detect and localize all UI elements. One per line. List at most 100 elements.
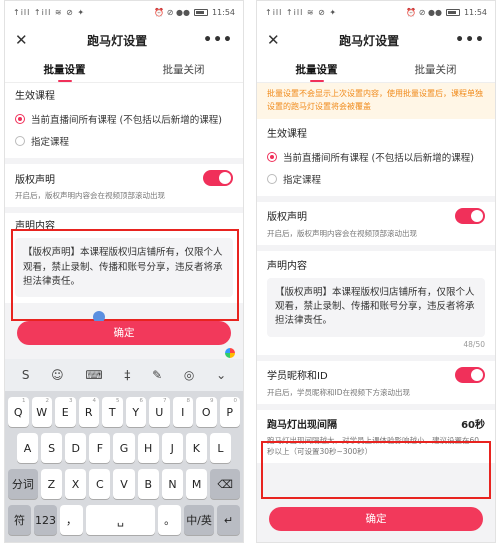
copyright-section: 版权声明 开启后，版权声明内容会在视频顶部滚动出现 bbox=[257, 201, 495, 245]
more-icon[interactable]: ••• bbox=[203, 32, 233, 48]
radio-option-all-courses[interactable]: 当前直播间所有课程 (不包括以后新增的课程) bbox=[15, 108, 233, 130]
key[interactable]: S bbox=[41, 433, 63, 463]
page-title: 跑马灯设置 bbox=[339, 33, 400, 48]
key[interactable]: B bbox=[137, 469, 159, 499]
key[interactable]: 123 bbox=[34, 505, 58, 535]
effective-course-section: 生效课程 当前直播间所有课程 (不包括以后新增的课程) 指定课程 bbox=[257, 118, 495, 196]
interval-value[interactable]: 60秒 bbox=[461, 416, 485, 431]
key[interactable]: A bbox=[17, 433, 39, 463]
key[interactable]: M bbox=[186, 469, 208, 499]
key[interactable]: V bbox=[113, 469, 135, 499]
key[interactable]: X bbox=[64, 469, 87, 499]
key[interactable]: Q1 bbox=[8, 397, 29, 427]
interval-section: 跑马灯出现间隔 60秒 跑马灯出现间隔越大，对学员上课体验影响越小，建议设置在60… bbox=[257, 409, 495, 464]
key-label: Y bbox=[132, 405, 140, 419]
keyboard-tool-icon[interactable]: ⌨ bbox=[85, 368, 102, 382]
statement-textarea[interactable]: 【版权声明】本课程版权归店铺所有，仅限个人观看，禁止录制、传播和账号分享，违反者… bbox=[15, 238, 233, 297]
hint-text: 开启后，版权声明内容会在视频顶部滚动出现 bbox=[15, 191, 165, 200]
key[interactable]: O9 bbox=[196, 397, 217, 427]
copyright-toggle[interactable] bbox=[203, 170, 233, 186]
statement-section: 声明内容 【版权声明】本课程版权归店铺所有，仅限个人观看，禁止录制、传播和账号分… bbox=[257, 250, 495, 355]
key[interactable]: U7 bbox=[149, 397, 170, 427]
tab-batch-close[interactable]: 批量关闭 bbox=[376, 57, 495, 82]
key-sublabel: 1 bbox=[22, 398, 26, 404]
radio-label: 指定课程 bbox=[31, 137, 70, 148]
key[interactable]: I8 bbox=[172, 397, 193, 427]
copyright-toggle[interactable] bbox=[455, 207, 485, 224]
key[interactable]: 中/英 bbox=[184, 505, 214, 535]
key[interactable]: ↵ bbox=[217, 505, 241, 535]
radio-option-all-courses[interactable]: 当前直播间所有课程 (不包括以后新增的课程) bbox=[267, 146, 485, 168]
radio-label: 指定课程 bbox=[283, 174, 322, 186]
key-sublabel: 2 bbox=[45, 398, 50, 404]
more-icon[interactable]: ••• bbox=[455, 32, 485, 48]
key[interactable]: Z bbox=[40, 469, 62, 499]
close-icon[interactable]: ✕ bbox=[15, 31, 31, 49]
key-label: K bbox=[192, 441, 200, 455]
key-label: U bbox=[155, 405, 164, 419]
status-bar: ↑ill ↑ill ≋ ⊘ ✦ ⏰ ⊘ ●● 11:54 bbox=[5, 1, 243, 23]
section-title: 版权声明 bbox=[267, 212, 307, 224]
key[interactable]: P0 bbox=[219, 397, 240, 427]
radio-empty-icon bbox=[15, 136, 25, 146]
tab-batch-settings[interactable]: 批量设置 bbox=[257, 57, 376, 82]
key[interactable]: C bbox=[89, 469, 111, 499]
radio-option-specific-course[interactable]: 指定课程 bbox=[15, 130, 233, 152]
key[interactable]: K bbox=[185, 433, 207, 463]
confirm-button[interactable]: 确定 bbox=[269, 507, 483, 531]
key[interactable]: 分词 bbox=[8, 469, 38, 499]
section-title: 生效课程 bbox=[15, 91, 55, 102]
student-id-section: 学员昵称和ID 开启后，学员昵称和ID在视频下方滚动出现 bbox=[257, 360, 495, 404]
key[interactable]: 。 bbox=[158, 505, 182, 535]
key[interactable]: ， bbox=[60, 505, 84, 535]
key-label: L bbox=[217, 441, 224, 455]
keyboard-tool-icon[interactable]: ✎ bbox=[152, 368, 162, 382]
key[interactable]: ⌫ bbox=[210, 469, 240, 499]
keyboard-row: Q1W2E3R4T5Y6U7I8O9P0 bbox=[5, 397, 243, 427]
keyboard-row: A S D F GH J K L bbox=[5, 433, 243, 463]
key-label: J bbox=[170, 441, 174, 455]
app-bar: ✕ 跑马灯设置 ••• bbox=[5, 23, 243, 57]
key[interactable]: ␣ bbox=[86, 505, 156, 535]
keyboard-tool-icon[interactable]: ☺ bbox=[51, 368, 64, 382]
section-title: 声明内容 bbox=[15, 221, 55, 233]
key[interactable]: D bbox=[65, 433, 87, 463]
statement-textarea[interactable]: 【版权声明】本课程版权归店铺所有，仅限个人观看，禁止录制、传播和账号分享，违反者… bbox=[267, 277, 485, 337]
radio-option-specific-course[interactable]: 指定课程 bbox=[267, 168, 485, 190]
key[interactable]: 符 bbox=[8, 505, 32, 535]
key[interactable]: H bbox=[137, 433, 159, 463]
keyboard-tool-icon[interactable]: ⌄ bbox=[216, 368, 226, 382]
keyboard-tool-icon[interactable]: S bbox=[22, 368, 30, 382]
key[interactable]: E3 bbox=[55, 397, 76, 427]
keyboard-tool-icon[interactable]: ◎ bbox=[184, 368, 194, 382]
tab-batch-settings[interactable]: 批量设置 bbox=[5, 57, 124, 82]
char-counter: 48/50 bbox=[463, 339, 485, 349]
key[interactable]: T5 bbox=[102, 397, 123, 427]
hint-text: 开启后，学员昵称和ID在视频下方滚动出现 bbox=[267, 387, 410, 397]
key-label: H bbox=[143, 441, 153, 455]
confirm-button[interactable]: 确定 bbox=[17, 321, 231, 345]
key[interactable]: G bbox=[113, 433, 135, 463]
key-label: A bbox=[23, 441, 32, 455]
key-sublabel: 3 bbox=[69, 398, 73, 404]
key[interactable]: R4 bbox=[78, 397, 99, 427]
hint-text: 跑马灯出现间隔越大，对学员上课体验影响越小，建议设置在60秒以上（可设置30秒~… bbox=[267, 435, 480, 457]
key[interactable]: J bbox=[161, 433, 183, 463]
tab-batch-close[interactable]: 批量关闭 bbox=[124, 57, 243, 82]
key-sublabel: 5 bbox=[116, 398, 120, 404]
key[interactable]: L bbox=[209, 433, 231, 463]
student-id-toggle[interactable] bbox=[455, 366, 485, 383]
key[interactable]: Y6 bbox=[125, 397, 146, 427]
keyboard-toolbar: S ☺ ⌨ ‡ ✎ ◎ ⌄ bbox=[5, 359, 243, 391]
key[interactable]: N bbox=[161, 469, 184, 499]
radio-selected-icon bbox=[267, 151, 277, 162]
keyboard-tool-icon[interactable]: ‡ bbox=[124, 368, 130, 382]
key[interactable]: F bbox=[89, 433, 111, 463]
warning-notice: 批量设置不会显示上次设置内容，使用批量设置后，课程单独设置的跑马灯设置将会被覆盖 bbox=[257, 83, 495, 119]
radio-selected-icon bbox=[15, 114, 25, 124]
key[interactable]: W2 bbox=[31, 397, 52, 427]
close-icon[interactable]: ✕ bbox=[267, 31, 283, 49]
tab-bar: 批量设置 批量关闭 bbox=[5, 57, 243, 83]
keyboard-row: 符 123， ␣。中/英 ↵ bbox=[5, 505, 243, 535]
key-label: R bbox=[84, 405, 93, 419]
